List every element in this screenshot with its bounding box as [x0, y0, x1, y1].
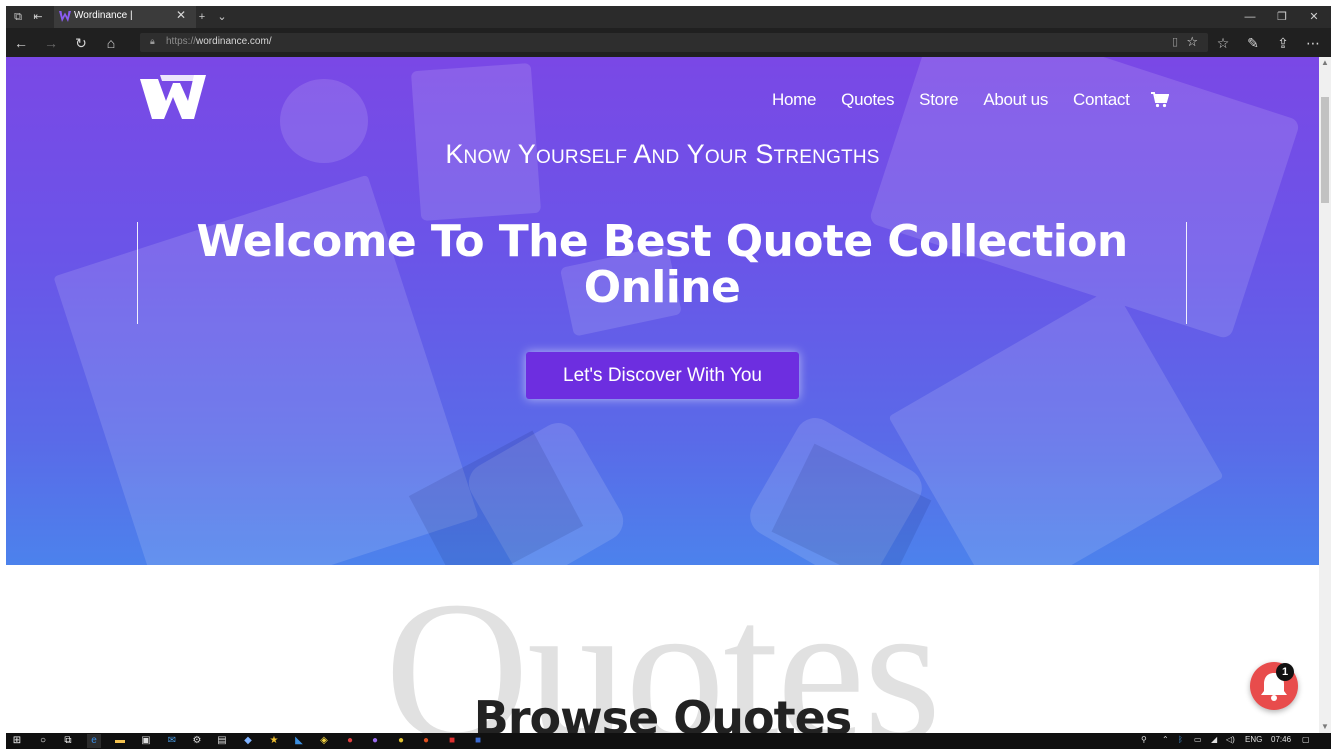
forward-icon[interactable]: →	[42, 34, 60, 52]
app-icon-3[interactable]: ◈	[317, 734, 331, 748]
favorites-icon[interactable]: ☆	[1214, 34, 1232, 52]
hero-headline: Welcome To The Best Quote Collection Onl…	[156, 219, 1168, 311]
tray-battery-icon[interactable]: ▭	[1194, 735, 1202, 744]
address-toolbar: ← → ↻ ⌂ 🔒︎ https://wordinance.com/ ▯ ☆ ☆…	[6, 28, 1331, 57]
word-icon[interactable]: ■	[471, 734, 485, 748]
edge-taskbar-icon[interactable]: e	[87, 734, 101, 748]
tab-close-icon[interactable]: ✕	[176, 8, 186, 22]
share-icon[interactable]: ⇪	[1274, 34, 1292, 52]
site-favicon	[59, 11, 71, 22]
site-logo[interactable]	[140, 75, 206, 121]
tray-volume-icon[interactable]: ◁)	[1226, 735, 1235, 744]
hero-section: Home Quotes Store About us Contact Know …	[6, 57, 1319, 565]
close-window-button[interactable]: ✕	[1299, 8, 1329, 26]
search-icon[interactable]: ○	[36, 734, 50, 748]
scroll-thumb[interactable]	[1321, 97, 1329, 203]
back-icon[interactable]: ←	[12, 34, 30, 52]
hero-tagline: Know Yourself And Your Strengths	[445, 139, 880, 169]
tray-bluetooth-icon[interactable]: ᛒ	[1178, 735, 1183, 744]
scroll-down-icon[interactable]: ▼	[1319, 721, 1331, 733]
restore-button[interactable]: ❐	[1267, 8, 1297, 26]
pen-icon[interactable]: ✎	[1244, 34, 1262, 52]
headline-line-2: Online	[583, 262, 741, 313]
app-icon-2[interactable]: ★	[267, 734, 281, 748]
refresh-icon[interactable]: ↻	[72, 34, 90, 52]
hero-divider-right	[1186, 222, 1187, 324]
browse-quotes-heading: Browse Quotes	[473, 691, 852, 733]
nav-about-us[interactable]: About us	[983, 90, 1048, 110]
tray-people-icon[interactable]: ⚲	[1141, 735, 1147, 744]
pdf-icon[interactable]: ■	[445, 734, 459, 748]
favorite-star-icon[interactable]: ☆	[1186, 34, 1198, 50]
chrome-icon[interactable]: ●	[394, 734, 408, 748]
browser-tab-bar: ⧉ ⇤ Wordinance | ✕ + ⌄ — ❐ ✕	[6, 6, 1331, 28]
tray-language[interactable]: ENG	[1245, 735, 1262, 744]
more-icon[interactable]: ⋯	[1304, 34, 1322, 52]
nav-quotes[interactable]: Quotes	[841, 90, 894, 110]
nav-home[interactable]: Home	[772, 90, 816, 110]
cart-icon[interactable]	[1150, 92, 1169, 108]
page-viewport: Home Quotes Store About us Contact Know …	[6, 57, 1319, 733]
nav-store[interactable]: Store	[919, 90, 958, 110]
main-nav: Home Quotes Store About us Contact	[772, 89, 1169, 111]
notification-count-badge: 1	[1276, 663, 1294, 681]
page-scrollbar[interactable]: ▲ ▼	[1319, 57, 1331, 733]
discover-button[interactable]: Let's Discover With You	[526, 352, 799, 399]
url-input[interactable]: 🔒︎ https://wordinance.com/ ▯ ☆	[140, 33, 1208, 52]
file-explorer-icon[interactable]: ▬	[113, 734, 127, 748]
store-icon[interactable]: ▣	[139, 734, 153, 748]
calculator-icon[interactable]: ▤	[215, 734, 229, 748]
headline-line-1: Welcome To The Best Quote Collection	[196, 216, 1128, 267]
reading-view-icon[interactable]: ▯	[1172, 35, 1178, 48]
hero-divider-left	[137, 222, 138, 324]
settings-icon[interactable]: ⚙	[190, 734, 204, 748]
windows-taskbar: ⊞ ○ ⧉ e ▬ ▣ ✉ ⚙ ▤ ◆ ★ ◣ ◈ ● ● ● ● ■ ■ ⚲ …	[6, 733, 1331, 749]
tray-chevron-icon[interactable]: ⌃	[1162, 735, 1169, 744]
minimize-button[interactable]: —	[1235, 8, 1265, 26]
app-icon-4[interactable]: ●	[343, 734, 357, 748]
new-tab-icon[interactable]: +	[194, 9, 210, 25]
windows-start-icon[interactable]: ⊞	[10, 734, 24, 748]
app-icon-5[interactable]: ●	[368, 734, 382, 748]
browser-tab[interactable]: Wordinance | ✕	[54, 6, 196, 28]
back-tabs-icon[interactable]: ⇤	[30, 9, 46, 25]
lock-icon: 🔒︎	[150, 36, 155, 46]
tab-list-icon[interactable]: ⧉	[10, 9, 26, 25]
mail-icon[interactable]: ✉	[165, 734, 179, 748]
scroll-up-icon[interactable]: ▲	[1319, 57, 1331, 69]
action-center-icon[interactable]: ▢	[1302, 735, 1310, 744]
tray-network-icon[interactable]: ◢	[1211, 735, 1217, 744]
tab-chevron-icon[interactable]: ⌄	[214, 9, 230, 25]
task-view-icon[interactable]: ⧉	[61, 734, 75, 748]
vscode-icon[interactable]: ◣	[292, 734, 306, 748]
app-icon-6[interactable]: ●	[419, 734, 433, 748]
nav-contact[interactable]: Contact	[1073, 90, 1130, 110]
home-icon[interactable]: ⌂	[102, 34, 120, 52]
url-text: https://wordinance.com/	[166, 36, 272, 47]
tab-title: Wordinance |	[74, 10, 133, 21]
app-icon-1[interactable]: ◆	[241, 734, 255, 748]
tray-clock[interactable]: 07:46	[1271, 735, 1291, 744]
